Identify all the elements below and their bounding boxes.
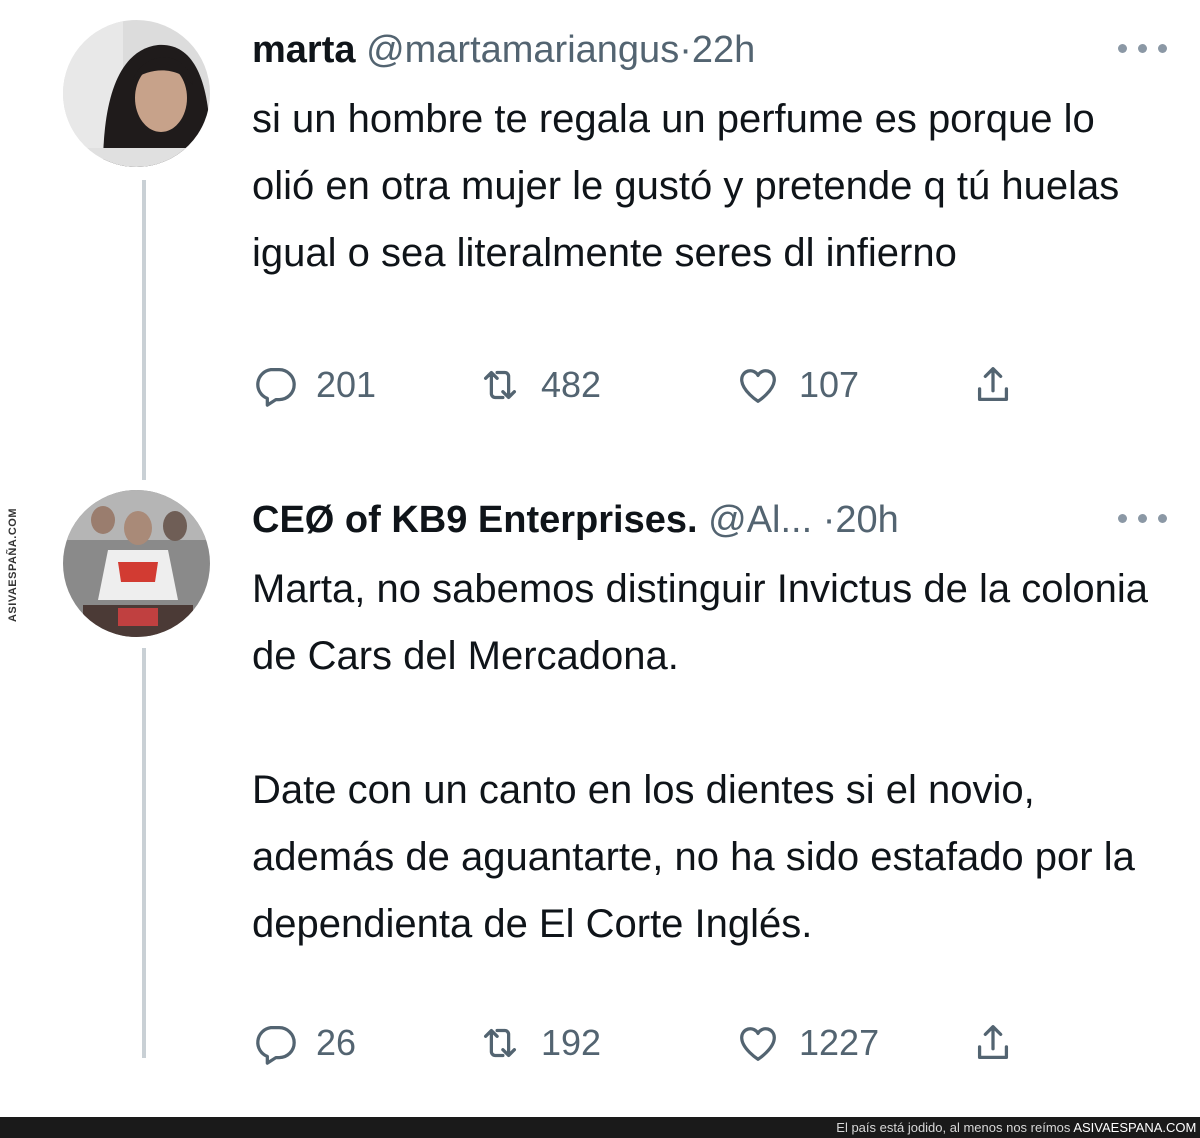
retweet-icon [483, 370, 517, 400]
tweet-header: marta @martamariangus·22h [252, 28, 755, 72]
thread-line [142, 648, 146, 1058]
tweet-paragraph: si un hombre te regala un perfume es por… [252, 97, 1120, 275]
avatar-image [63, 20, 210, 167]
tweet-actions: 26 192 1227 [252, 1018, 1052, 1068]
site-footer: El país está jodido, al menos nos reímos… [0, 1117, 1200, 1138]
tweet-text: Marta, no sabemos distinguir Invictus de… [252, 556, 1152, 958]
share-button[interactable] [970, 1018, 1016, 1068]
retweet-button[interactable]: 192 [477, 1018, 601, 1068]
tweet-actions: 201 482 107 [252, 360, 1052, 410]
retweet-count: 192 [541, 1022, 602, 1063]
retweet-count: 482 [541, 364, 602, 405]
footer-brand[interactable]: ASIVAESPANA.COM [1073, 1120, 1196, 1135]
like-count: 1227 [799, 1022, 880, 1063]
reply-icon [256, 1026, 296, 1065]
tweet-paragraph: Date con un canto en los dientes si el n… [252, 768, 1135, 946]
reply-count: 201 [316, 364, 377, 405]
thread-line [142, 180, 146, 480]
tweet-text: si un hombre te regala un perfume es por… [252, 86, 1152, 287]
avatar[interactable] [63, 20, 210, 167]
share-button[interactable] [970, 360, 1016, 410]
handle[interactable]: @martamariangus [366, 29, 679, 71]
watermark-text: ASIVAESPAÑA.COM [7, 507, 19, 623]
retweet-button[interactable]: 482 [477, 360, 601, 410]
tweet[interactable]: CEØ of KB9 Enterprises. @Al... ·20h Mart… [0, 470, 1200, 1090]
more-icon[interactable] [1118, 44, 1174, 56]
reply-button[interactable]: 26 [252, 1018, 356, 1068]
reply-button[interactable]: 201 [252, 360, 376, 410]
site-watermark: ASIVAESPAÑA.COM [2, 500, 24, 630]
tweet-paragraph: Marta, no sabemos distinguir Invictus de… [252, 567, 1149, 678]
like-button[interactable]: 1227 [735, 1018, 879, 1068]
reply-count: 26 [316, 1022, 357, 1063]
tweet[interactable]: marta @martamariangus·22h si un hombre t… [0, 0, 1200, 480]
display-name[interactable]: marta [252, 29, 356, 71]
footer-tagline: El país está jodido, al menos nos reímos [836, 1120, 1071, 1135]
retweet-icon [483, 1028, 517, 1058]
more-icon[interactable] [1118, 514, 1174, 526]
share-icon [977, 367, 1009, 402]
handle[interactable]: @Al... [708, 499, 812, 541]
like-button[interactable]: 107 [735, 360, 859, 410]
share-icon [977, 1025, 1009, 1060]
timestamp[interactable]: 20h [835, 499, 898, 541]
display-name[interactable]: CEØ of KB9 Enterprises. [252, 499, 698, 541]
separator-dot: · [822, 499, 836, 541]
avatar[interactable] [63, 490, 210, 637]
reply-icon [256, 368, 296, 407]
like-count: 107 [799, 364, 860, 405]
like-icon [740, 1027, 776, 1061]
separator-dot: · [679, 29, 692, 71]
avatar-image [63, 490, 210, 637]
like-icon [740, 369, 776, 403]
tweet-header: CEØ of KB9 Enterprises. @Al... ·20h [252, 498, 899, 542]
timestamp[interactable]: 22h [692, 29, 755, 71]
